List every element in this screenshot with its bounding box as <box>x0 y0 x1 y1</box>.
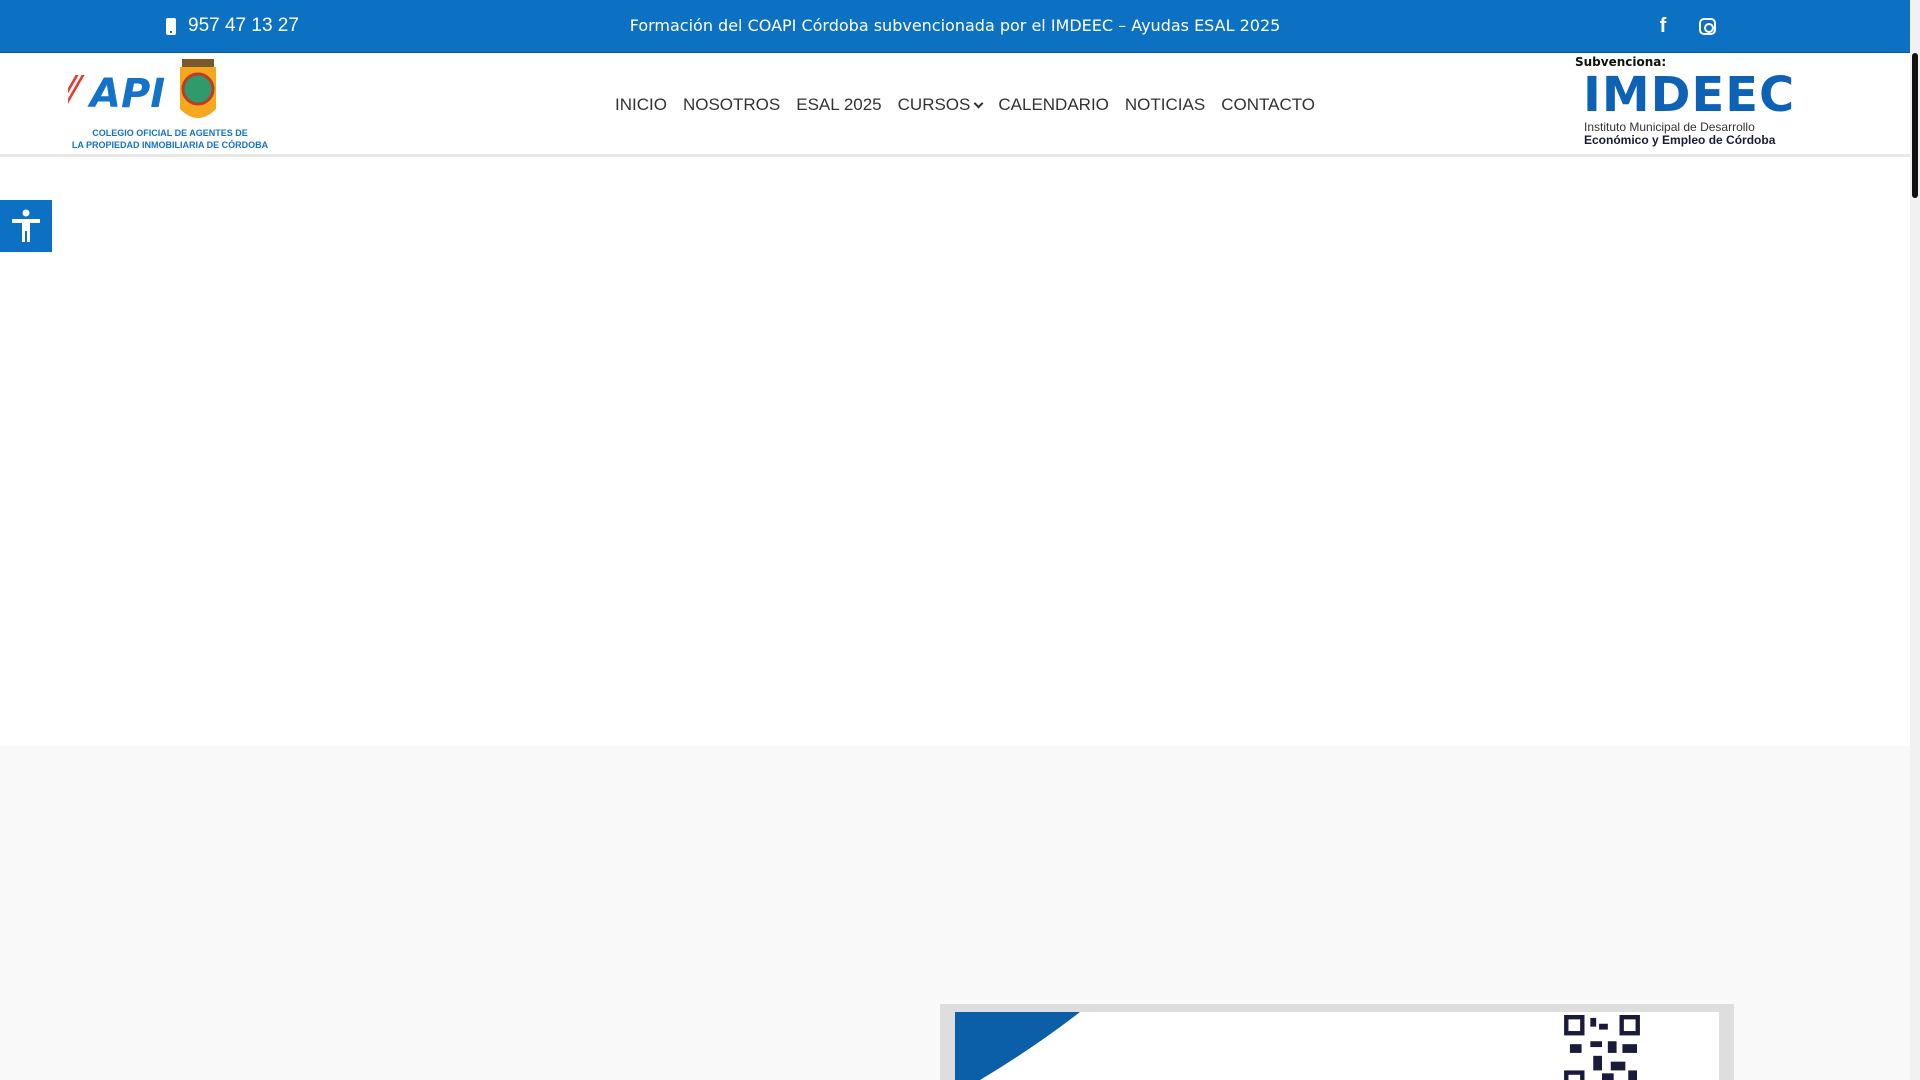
imdeec-logo[interactable]: Subvenciona: IMDEEC Instituto Municipal … <box>1575 55 1796 155</box>
coapi-logo[interactable]: API COLEGIO OFICIAL DE AGENTES DE LA PRO… <box>58 57 273 152</box>
nav-calendario[interactable]: CALENDARIO <box>998 95 1109 115</box>
sponsor-name: IMDEEC <box>1583 67 1796 123</box>
accessibility-icon <box>12 209 40 242</box>
qr-code <box>1564 1015 1640 1080</box>
nav-label: CURSOS <box>897 95 971 114</box>
nav-contacto[interactable]: CONTACTO <box>1221 95 1315 115</box>
top-bar: 957 47 13 27 Formación del COAPI Córdoba… <box>0 0 1910 53</box>
sponsor-line2: Económico y Empleo de Córdoba <box>1584 133 1776 147</box>
social-links: f <box>1652 14 1718 38</box>
promo-text: Formación del COAPI Córdoba subvencionad… <box>629 16 1281 35</box>
svg-text:COLEGIO OFICIAL DE AGENTES DE: COLEGIO OFICIAL DE AGENTES DE <box>92 128 248 138</box>
nav-label: NOSOTROS <box>682 95 781 114</box>
flyer-card[interactable] <box>940 1004 1734 1080</box>
nav-label: NOTICIAS <box>1124 95 1206 114</box>
chevron-down-icon <box>973 98 984 108</box>
nav-label: ESAL 2025 <box>796 95 882 114</box>
nav-esal-2025[interactable]: ESAL 2025 <box>796 95 881 115</box>
scrollbar-thumb[interactable] <box>1912 53 1918 198</box>
svg-text:LA PROPIEDAD INMOBILIARIA DE C: LA PROPIEDAD INMOBILIARIA DE CÓRDOBA <box>72 139 269 150</box>
accessibility-button[interactable] <box>0 200 52 252</box>
instagram-icon[interactable] <box>1696 14 1718 38</box>
facebook-icon[interactable]: f <box>1652 14 1674 38</box>
nav-noticias[interactable]: NOTICIAS <box>1125 95 1205 115</box>
nav-label: INICIO <box>615 95 667 114</box>
scrollbar[interactable] <box>1910 0 1920 1080</box>
nav-nosotros[interactable]: NOSOTROS <box>683 95 780 115</box>
nav-cursos[interactable]: CURSOS <box>897 95 984 115</box>
site-header: API COLEGIO OFICIAL DE AGENTES DE LA PRO… <box>0 53 1910 157</box>
nav-inicio[interactable]: INICIO <box>615 95 667 115</box>
flyer-image <box>955 1012 1719 1080</box>
nav-label: CALENDARIO <box>998 95 1109 114</box>
nav-label: CONTACTO <box>1221 95 1316 114</box>
svg-text:API: API <box>87 71 165 117</box>
main-nav: INICIO NOSOTROS ESAL 2025 CURSOS CALENDA… <box>615 95 1315 115</box>
